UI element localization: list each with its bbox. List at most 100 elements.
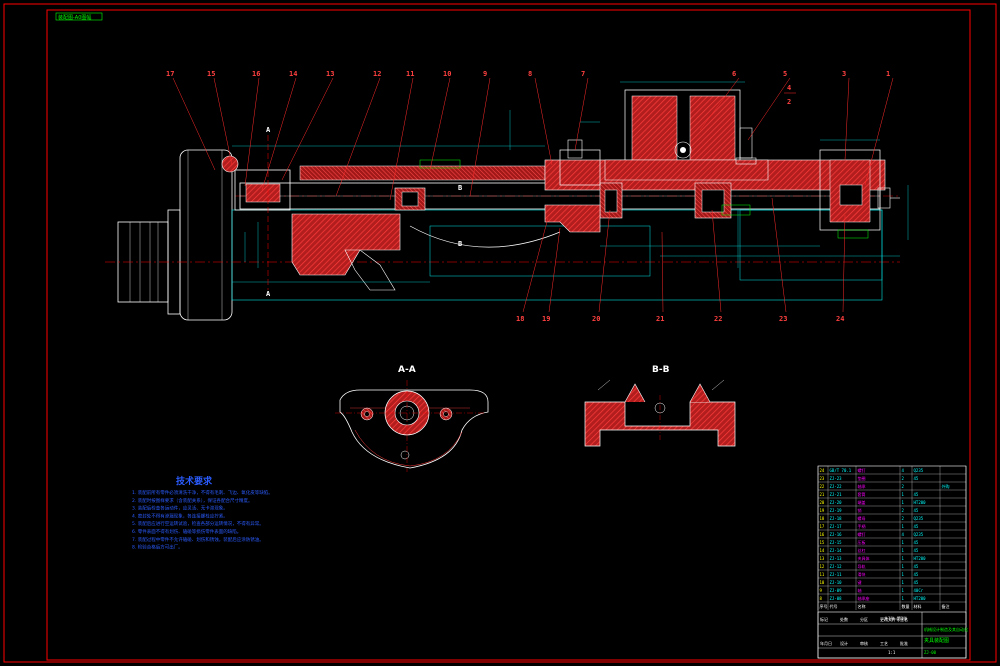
title-block-label: 年月日 [820, 640, 832, 646]
callout-leader [771, 197, 787, 313]
parts-list-cell: HT200 [914, 596, 927, 601]
parts-list-header: 序号 [820, 603, 828, 609]
parts-list-cell: 螺母 [858, 515, 866, 521]
parts-list-cell: 垫圈 [858, 475, 866, 481]
parts-list-cell: 18 [820, 516, 825, 521]
callout-leader [172, 77, 216, 171]
parts-list-cell: 1 [902, 556, 905, 561]
parts-list-cell: 4 [902, 468, 905, 473]
callout-side-2: 2 [787, 98, 791, 106]
cut-marker-a-bottom: A [266, 290, 271, 298]
title-block-label: 标记 [820, 616, 828, 622]
callout-label: 15 [207, 70, 215, 78]
parts-list-cell: 轴承座 [858, 595, 870, 601]
main-assembly-view: A A B B [105, 81, 909, 321]
parts-list-cell: 45 [914, 572, 919, 577]
parts-list-cell: 16 [820, 532, 825, 537]
tech-note-line: 1. 装配前所有零件必须清洗干净，不得有毛刺、飞边、氧化皮等缺陷。 [132, 489, 273, 496]
callout-side-4: 4 [787, 84, 791, 92]
callout-label: 12 [373, 70, 381, 78]
parts-list-cell: 夹具体 [858, 555, 870, 561]
lever-arc [409, 225, 561, 248]
tech-note-line: 8. 检验合格后方可出厂。 [132, 544, 183, 551]
callout-label: 16 [252, 70, 260, 78]
callout-leader [522, 217, 549, 313]
callouts-side: 4 2 [784, 84, 796, 106]
callout-leader [574, 77, 589, 151]
callout-leader [389, 77, 414, 201]
title-block-label: 处数 [840, 616, 848, 622]
tech-note-line: 4. 密封处不得有渗漏现象，各连接螺栓应拧紧。 [132, 512, 228, 519]
parts-list-cell: 15 [820, 540, 825, 545]
parts-list-cell: ZJ-15 [830, 540, 843, 545]
parts-list-cell: 1 [902, 492, 905, 497]
parts-list-cell: 1 [902, 524, 905, 529]
parts-list-cell: HT200 [914, 556, 927, 561]
section-aa-view: A-A [335, 365, 489, 472]
callout-label: 19 [542, 315, 550, 323]
callout-leader [429, 77, 451, 171]
parts-list-cell: ZJ-21 [830, 492, 843, 497]
parts-list-cell: 45 [914, 564, 919, 569]
parts-list-cell: 10 [820, 580, 825, 585]
callout-leader [747, 77, 791, 141]
parts-list-cell: ZJ-16 [830, 532, 843, 537]
callout-label: 5 [783, 70, 787, 78]
title-block: 24 GB/T 70.1 螺钉 4 Q23523 ZJ-23 垫圈 2 4522 ZJ-22 轴承 2… [817, 465, 968, 659]
parts-list-cell: 12 [820, 564, 825, 569]
parts-list-cell: 11 [820, 572, 825, 577]
parts-list-header: 代号 [830, 603, 838, 609]
tech-notes-title: 技术要求 [176, 475, 213, 487]
parts-list-cell: 45 [914, 580, 919, 585]
parts-list-cell: 1 [902, 540, 905, 545]
tech-note-line: 6. 零件表面不得有划伤、磕碰等损伤零件表面的缺陷。 [132, 528, 241, 535]
section-aa-label: A-A [398, 365, 416, 375]
parts-list-cell: 导轨 [858, 563, 866, 569]
callout-label: 8 [528, 70, 532, 78]
callout-label: 23 [779, 315, 787, 323]
title-block-label: 批准 [900, 640, 908, 646]
parts-list-cell: 13 [820, 556, 825, 561]
parts-list-header: 名称 [858, 603, 866, 609]
parts-list-cell: 套筒 [858, 491, 866, 497]
parts-list-cell: 9 [820, 588, 823, 593]
callout-leader [598, 209, 611, 313]
coupling-section [544, 204, 601, 233]
tech-note-line: 5. 装配后应进行空运转试验，检查各部分运转情况，不得有异常。 [132, 520, 264, 527]
parts-list-cell: 14 [820, 548, 825, 553]
parts-list-cell: 滑块 [858, 571, 866, 577]
parts-list-cell: ZJ-13 [830, 556, 843, 561]
callout-label: 20 [592, 315, 600, 323]
parts-list-cell: ZJ-08 [830, 596, 843, 601]
parts-list-cell: HT200 [914, 500, 927, 505]
parts-list-cell: 23 [820, 476, 825, 481]
parts-list-cell: ZJ-14 [830, 548, 843, 553]
callout-label: 9 [483, 70, 487, 78]
title-block-label: 设计 [840, 640, 848, 646]
parts-list-cell: 2 [902, 508, 905, 513]
parts-list-cell: 销 [858, 507, 862, 513]
parts-list-cell: 1 [902, 548, 905, 553]
tech-note-line: 2. 装配时按图样要求（含装配关系），保证各配合尺寸精度。 [132, 497, 252, 504]
parts-list-cell: 1 [902, 588, 905, 593]
parts-list-cell: 压板 [858, 539, 866, 545]
parts-list-cell: 40Cr [914, 588, 924, 593]
parts-list-cell: ZJ-10 [830, 580, 843, 585]
callout-label: 21 [656, 315, 664, 323]
callout-label: 13 [326, 70, 334, 78]
parts-list-cell: 45 [914, 548, 919, 553]
callout-label: 18 [516, 315, 524, 323]
title-block-drawing-name: 夹具装配图 [924, 637, 949, 644]
callout-label: 10 [443, 70, 451, 78]
parts-list-cell: ZJ-22 [830, 484, 843, 489]
parts-list-cell: 45 [914, 524, 919, 529]
section-aa-bottom-hole [400, 450, 410, 460]
parts-list-cell: 手柄 [858, 523, 866, 529]
inner-frame [46, 9, 971, 661]
parts-list-cell: 丝杠 [858, 547, 866, 553]
callout-label: 17 [166, 70, 174, 78]
callout-label: 24 [836, 315, 844, 323]
cut-marker-b-top: B [458, 184, 462, 192]
parts-list-cell: 1 [902, 564, 905, 569]
callout-leader [844, 77, 850, 161]
